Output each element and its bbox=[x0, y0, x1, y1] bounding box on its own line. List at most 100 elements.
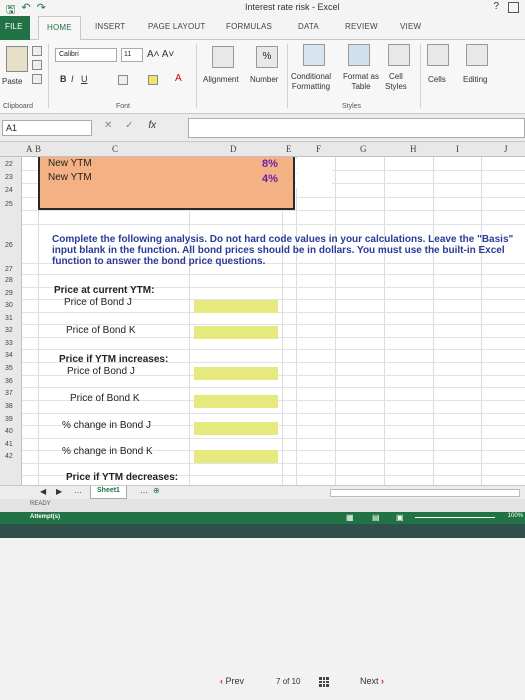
font-color-icon[interactable]: A bbox=[175, 73, 182, 84]
prev-button[interactable]: ‹ Prev bbox=[220, 676, 244, 686]
restore-window-button[interactable] bbox=[508, 2, 519, 13]
cells-button[interactable]: Cells bbox=[428, 75, 446, 84]
increase-price-bond-k-answer-cell[interactable] bbox=[194, 395, 278, 408]
instructions-text[interactable]: Complete the following analysis. Do not … bbox=[52, 234, 518, 267]
pct-change-bond-j-answer-cell[interactable] bbox=[194, 422, 278, 435]
row-header-35[interactable]: 35 bbox=[5, 365, 13, 372]
zoom-level[interactable]: 100% bbox=[508, 513, 523, 519]
row-header-31[interactable]: 31 bbox=[5, 315, 13, 322]
row-header-24[interactable]: 24 bbox=[5, 187, 13, 194]
column-header-h[interactable]: H bbox=[410, 144, 417, 154]
ytm-value-cell-1[interactable] bbox=[296, 159, 332, 173]
borders-icon[interactable] bbox=[118, 75, 128, 85]
sheet-tab-sheet1[interactable]: Sheet1 bbox=[90, 486, 127, 499]
row-header-26[interactable]: 26 bbox=[5, 242, 13, 249]
cell-styles-icon[interactable] bbox=[388, 44, 410, 66]
conditional-formatting-button[interactable]: Conditional Formatting bbox=[291, 72, 331, 92]
question-grid-icon[interactable] bbox=[319, 677, 329, 687]
row-header-39[interactable]: 39 bbox=[5, 416, 13, 423]
cancel-icon[interactable]: ✕ bbox=[104, 120, 112, 131]
row-header-25[interactable]: 25 bbox=[5, 201, 13, 208]
new-ytm-value-1[interactable]: 8% bbox=[262, 158, 278, 170]
font-size-select[interactable]: 11 bbox=[121, 48, 143, 62]
price-current-ytm-header[interactable]: Price at current YTM: bbox=[54, 285, 154, 296]
more-sheets-left-icon[interactable]: … bbox=[74, 486, 82, 495]
paste-icon[interactable] bbox=[6, 46, 28, 72]
tab-page-layout[interactable]: PAGE LAYOUT bbox=[148, 22, 205, 31]
new-sheet-icon[interactable]: ⊕ bbox=[153, 486, 160, 495]
zoom-slider[interactable] bbox=[415, 517, 495, 518]
horizontal-scrollbar[interactable] bbox=[330, 489, 520, 497]
column-header-b[interactable]: B bbox=[35, 144, 41, 154]
more-sheets-right-icon[interactable]: … bbox=[140, 486, 148, 495]
tab-data[interactable]: DATA bbox=[298, 22, 319, 31]
tab-review[interactable]: REVIEW bbox=[345, 22, 378, 31]
format-painter-icon[interactable] bbox=[32, 74, 42, 84]
row-header-33[interactable]: 33 bbox=[5, 340, 13, 347]
row-header-40[interactable]: 40 bbox=[5, 428, 13, 435]
bold-button[interactable]: B bbox=[60, 74, 67, 84]
row-header-37[interactable]: 37 bbox=[5, 390, 13, 397]
cell-styles-button[interactable]: Cell Styles bbox=[385, 72, 407, 92]
underline-button[interactable]: U bbox=[81, 74, 88, 84]
row-header-32[interactable]: 32 bbox=[5, 327, 13, 334]
pct-change-bond-k-label[interactable]: % change in Bond K bbox=[62, 446, 153, 457]
increase-price-bond-k-label[interactable]: Price of Bond K bbox=[70, 393, 139, 404]
page-layout-view-icon[interactable]: ▤ bbox=[372, 513, 380, 522]
column-header-g[interactable]: G bbox=[360, 144, 367, 154]
sheet-nav-right-icon[interactable]: ▶ bbox=[56, 487, 62, 496]
pct-change-bond-k-answer-cell[interactable] bbox=[194, 450, 278, 463]
number-button[interactable]: Number bbox=[250, 75, 278, 84]
row-header-42[interactable]: 42 bbox=[5, 453, 13, 460]
format-as-table-button[interactable]: Format as Table bbox=[343, 72, 379, 92]
pct-change-bond-j-label[interactable]: % change in Bond J bbox=[62, 420, 151, 431]
column-header-i[interactable]: I bbox=[456, 144, 459, 154]
cut-icon[interactable] bbox=[32, 46, 42, 56]
editing-button[interactable]: Editing bbox=[463, 75, 487, 84]
format-as-table-icon[interactable] bbox=[348, 44, 370, 66]
font-name-select[interactable]: Calibri bbox=[55, 48, 117, 62]
tab-home[interactable]: HOME bbox=[38, 16, 81, 41]
column-header-c[interactable]: C bbox=[112, 144, 118, 154]
alignment-icon[interactable] bbox=[212, 46, 234, 68]
conditional-formatting-icon[interactable] bbox=[303, 44, 325, 66]
ytm-decreases-header[interactable]: Price if YTM decreases: bbox=[66, 472, 178, 483]
number-format-icon[interactable]: % bbox=[256, 46, 278, 68]
tab-file[interactable]: FILE bbox=[0, 16, 30, 40]
tab-view[interactable]: VIEW bbox=[400, 22, 421, 31]
tab-formulas[interactable]: FORMULAS bbox=[226, 22, 272, 31]
font-grow-shrink-icon[interactable]: A˄ A˅ bbox=[147, 49, 174, 60]
formula-input[interactable] bbox=[188, 118, 525, 138]
price-bond-j-label[interactable]: Price of Bond J bbox=[64, 297, 132, 308]
normal-view-icon[interactable]: ▦ bbox=[346, 513, 354, 522]
enter-icon[interactable]: ✓ bbox=[125, 120, 133, 131]
row-header-41[interactable]: 41 bbox=[5, 441, 13, 448]
column-header-e[interactable]: E bbox=[286, 144, 292, 154]
column-header-f[interactable]: F bbox=[316, 144, 321, 154]
ytm-increases-header[interactable]: Price if YTM increases: bbox=[59, 354, 168, 365]
price-bond-k-label[interactable]: Price of Bond K bbox=[66, 325, 135, 336]
row-header-36[interactable]: 36 bbox=[5, 378, 13, 385]
row-header-22[interactable]: 22 bbox=[5, 161, 13, 168]
alignment-button[interactable]: Alignment bbox=[203, 75, 239, 84]
editing-icon[interactable] bbox=[466, 44, 488, 66]
sheet-nav-left-icon[interactable]: ◀ bbox=[40, 487, 46, 496]
new-ytm-label-2[interactable]: New YTM bbox=[48, 172, 92, 183]
column-header-d[interactable]: D bbox=[230, 144, 237, 154]
ytm-value-cell-2[interactable] bbox=[296, 174, 332, 188]
new-ytm-label-1[interactable]: New YTM bbox=[48, 158, 92, 169]
row-header-38[interactable]: 38 bbox=[5, 403, 13, 410]
row-header-30[interactable]: 30 bbox=[5, 302, 13, 309]
column-header-j[interactable]: J bbox=[504, 144, 508, 154]
help-icon[interactable]: ? bbox=[493, 1, 499, 12]
increase-price-bond-j-answer-cell[interactable] bbox=[194, 367, 278, 380]
copy-icon[interactable] bbox=[32, 60, 42, 70]
cells-icon[interactable] bbox=[427, 44, 449, 66]
row-header-34[interactable]: 34 bbox=[5, 352, 13, 359]
row-header-23[interactable]: 23 bbox=[5, 174, 13, 181]
page-break-view-icon[interactable]: ▣ bbox=[396, 513, 404, 522]
insert-function-icon[interactable]: fx bbox=[148, 120, 156, 131]
fill-color-icon[interactable] bbox=[148, 75, 158, 85]
worksheet-grid[interactable]: A B C D E F G H I J 22 23 24 25 26 27 28… bbox=[0, 142, 525, 485]
increase-price-bond-j-label[interactable]: Price of Bond J bbox=[67, 366, 135, 377]
